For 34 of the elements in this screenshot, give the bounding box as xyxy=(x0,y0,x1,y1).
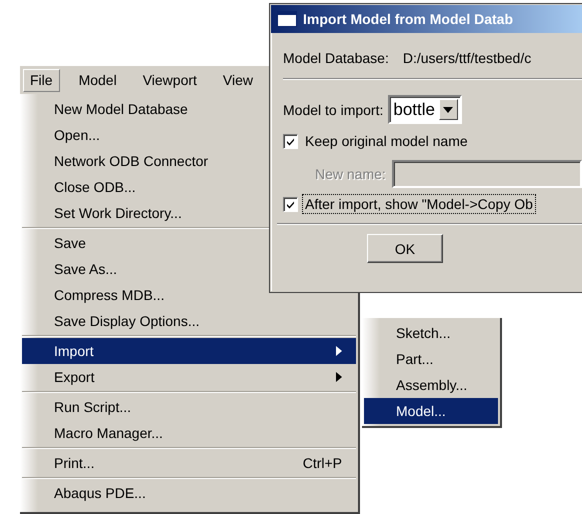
checkbox-label: After import, show "Model->Copy Ob xyxy=(302,194,536,214)
check-icon xyxy=(286,136,295,146)
window-title: Import Model from Model Datab xyxy=(303,11,513,27)
checkbox[interactable] xyxy=(283,196,298,212)
menu-item[interactable]: Model... xyxy=(364,398,498,424)
checkbox[interactable] xyxy=(283,134,298,148)
shortcut-label: Ctrl+P xyxy=(302,455,342,471)
menu-item[interactable]: Abaqus PDE... xyxy=(22,480,356,506)
menu-item[interactable]: Run Script... xyxy=(22,394,356,420)
submenu-arrow-icon xyxy=(336,346,342,356)
dropdown-arrow-icon xyxy=(443,106,454,112)
model-dropdown[interactable]: bottle xyxy=(388,95,462,124)
submenu-arrow-icon xyxy=(336,372,342,382)
menu-title[interactable]: File xyxy=(23,68,60,92)
database-path: D:/users/ttf/testbed/c xyxy=(402,50,532,66)
field-label: New name: xyxy=(315,166,386,182)
menu-item[interactable]: Part... xyxy=(364,346,498,372)
menu-item[interactable]: Print... Ctrl+P xyxy=(22,450,356,476)
window-icon xyxy=(277,11,297,27)
check-icon xyxy=(286,200,295,208)
menu-item[interactable]: Save Display Options... xyxy=(22,308,356,334)
menu-item[interactable]: Import xyxy=(22,338,356,364)
checkbox-label: Keep original model name xyxy=(304,132,469,151)
menu-title[interactable]: Model xyxy=(72,68,124,92)
menu-item[interactable]: Macro Manager... xyxy=(22,420,356,446)
ok-button[interactable]: OK xyxy=(367,234,443,263)
menu-title[interactable]: View xyxy=(216,68,260,92)
menu-title[interactable]: Viewport xyxy=(136,68,204,92)
field-label: Model to import: xyxy=(283,102,384,118)
menu-item[interactable]: Assembly... xyxy=(364,372,498,398)
menu-item[interactable]: Export xyxy=(22,364,356,390)
menu-item[interactable]: Compress MDB... xyxy=(22,282,356,308)
menu-item[interactable]: Sketch... xyxy=(364,320,498,346)
field-label: Model Database: xyxy=(283,50,389,66)
